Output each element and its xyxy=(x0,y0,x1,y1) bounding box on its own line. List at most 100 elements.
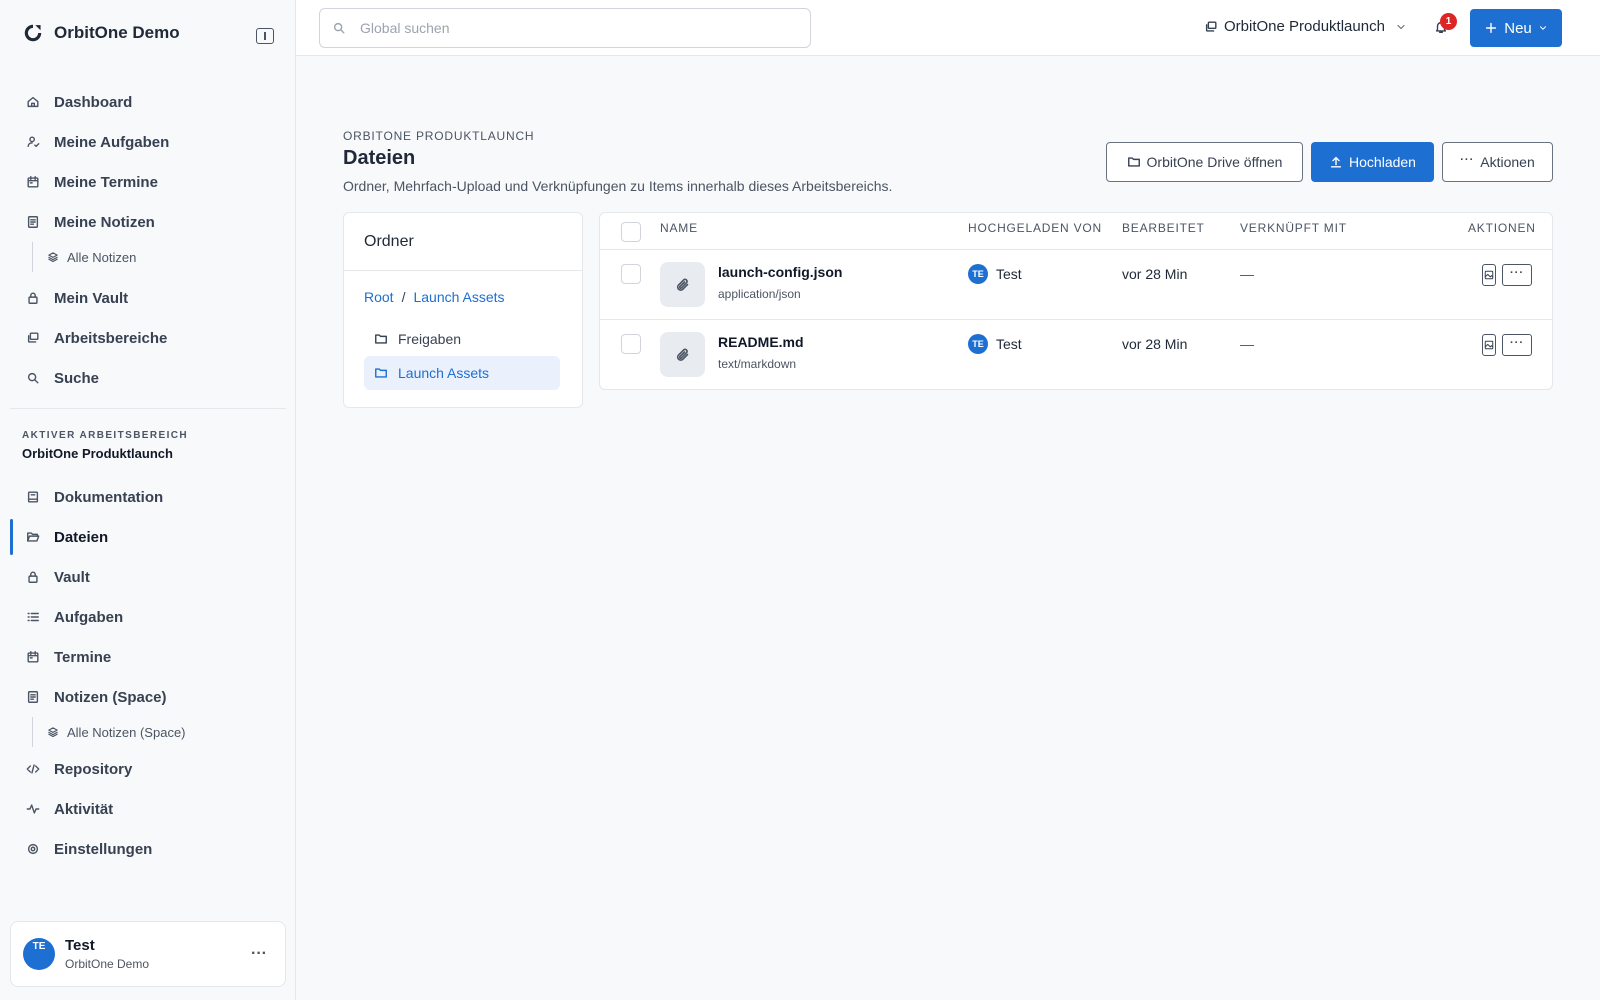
column-actions: AKTIONEN xyxy=(1468,221,1536,235)
select-all-checkbox[interactable] xyxy=(621,222,641,242)
upload-label: Hochladen xyxy=(1349,154,1416,170)
folder-item-freigaben[interactable]: Freigaben xyxy=(364,322,560,356)
space-nav: Dokumentation Dateien Vault Aufgaben Ter… xyxy=(10,477,286,869)
nav-item-repository[interactable]: Repository xyxy=(10,749,286,789)
preview-button[interactable] xyxy=(1482,264,1496,286)
breadcrumb-root[interactable]: Root xyxy=(364,289,394,305)
nav-sub-alle-notizen[interactable]: Alle Notizen xyxy=(32,242,286,272)
topbar: OrbitOne Produktlaunch 1 Neu xyxy=(296,0,1600,56)
paperclip-icon xyxy=(676,348,688,361)
row-more-button[interactable]: ··· xyxy=(1502,334,1532,356)
column-linked[interactable]: VERKNÜPFT MIT xyxy=(1240,221,1347,235)
nav-item-vault[interactable]: Vault xyxy=(10,557,286,597)
file-thumbnail xyxy=(660,262,705,307)
nav-item-meine-notizen[interactable]: Meine Notizen xyxy=(10,202,286,242)
breadcrumb-launch-assets[interactable]: Launch Assets xyxy=(413,289,504,305)
paperclip-icon xyxy=(676,278,688,291)
folder-icon xyxy=(375,368,387,378)
preview-button[interactable] xyxy=(1482,334,1496,356)
nav-label: Aktivität xyxy=(54,800,114,818)
search-icon xyxy=(27,372,39,384)
user-card[interactable]: TE Test OrbitOne Demo ··· xyxy=(10,921,286,987)
folder-item-label: Launch Assets xyxy=(398,365,490,381)
folder-icon xyxy=(375,334,387,344)
nav-item-aufgaben[interactable]: Aufgaben xyxy=(10,597,286,637)
user-meta: Test OrbitOne Demo xyxy=(65,937,235,971)
linked-items: — xyxy=(1240,266,1254,282)
more-icon: ··· xyxy=(1510,266,1524,279)
page-title: Dateien xyxy=(343,147,416,169)
calendar-icon xyxy=(27,651,39,663)
column-name[interactable]: NAME xyxy=(660,221,698,235)
nav-sub-alle-notizen-space[interactable]: Alle Notizen (Space) xyxy=(32,717,286,747)
table-header: NAME HOCHGELADEN VON BEARBEITET VERKNÜPF… xyxy=(600,213,1552,250)
breadcrumb: Root / Launch Assets xyxy=(364,289,505,305)
folder-open-icon xyxy=(27,532,40,542)
nav-label: Dokumentation xyxy=(54,488,164,506)
nav-label: Einstellungen xyxy=(54,840,153,858)
lock-icon xyxy=(28,571,38,583)
nav-item-notizen-space[interactable]: Notizen (Space) xyxy=(10,677,286,717)
column-edited[interactable]: BEARBEITET xyxy=(1122,221,1205,235)
row-checkbox[interactable] xyxy=(621,334,641,354)
new-button[interactable]: Neu xyxy=(1470,9,1562,47)
avatar: TE xyxy=(968,264,988,284)
book-icon xyxy=(27,491,39,503)
nav-sub-label: Alle Notizen (Space) xyxy=(67,724,186,740)
nav-item-mein-vault[interactable]: Mein Vault xyxy=(10,278,286,318)
user-menu-more-icon[interactable]: ··· xyxy=(245,944,273,964)
actions-button[interactable]: ··· Aktionen xyxy=(1442,142,1553,182)
global-search[interactable] xyxy=(319,8,811,48)
workspaces-icon xyxy=(1205,20,1217,32)
search-input[interactable] xyxy=(360,20,780,36)
open-drive-button[interactable]: OrbitOne Drive öffnen xyxy=(1106,142,1303,182)
column-uploaded-by[interactable]: HOCHGELADEN VON xyxy=(968,221,1102,235)
nav-item-arbeitsbereiche[interactable]: Arbeitsbereiche xyxy=(10,318,286,358)
folder-icon xyxy=(1127,157,1140,167)
file-name[interactable]: launch-config.json xyxy=(718,264,842,280)
uploader: TE Test xyxy=(968,264,1022,284)
nav-item-dokumentation[interactable]: Dokumentation xyxy=(10,477,286,517)
brand[interactable]: OrbitOne Demo xyxy=(22,22,180,44)
row-checkbox[interactable] xyxy=(621,264,641,284)
files-table: NAME HOCHGELADEN VON BEARBEITET VERKNÜPF… xyxy=(599,212,1553,390)
sidebar: OrbitOne Demo Dashboard Meine Aufgaben M… xyxy=(0,0,296,1000)
nav-item-suche[interactable]: Suche xyxy=(10,358,286,398)
nav-item-aktivitaet[interactable]: Aktivität xyxy=(10,789,286,829)
page-eyebrow: ORBITONE PRODUKTLAUNCH xyxy=(343,129,535,143)
chevron-down-icon xyxy=(1539,26,1546,30)
folder-item-launch-assets[interactable]: Launch Assets xyxy=(364,356,560,390)
nav-item-meine-aufgaben[interactable]: Meine Aufgaben xyxy=(10,122,286,162)
code-icon xyxy=(26,764,40,774)
nav-item-dateien[interactable]: Dateien xyxy=(10,517,286,557)
notification-badge: 1 xyxy=(1440,13,1457,30)
active-space-label: AKTIVER ARBEITSBEREICH xyxy=(22,430,188,441)
nav-label: Termine xyxy=(54,648,112,666)
nav-label: Meine Notizen xyxy=(54,213,155,231)
calendar-icon xyxy=(27,176,39,188)
chevron-down-icon xyxy=(1397,24,1405,29)
file-name[interactable]: README.md xyxy=(718,334,804,350)
user-check-icon xyxy=(27,136,40,148)
table-row[interactable]: launch-config.json application/json TE T… xyxy=(600,250,1552,320)
nav-label: Repository xyxy=(54,760,133,778)
row-more-button[interactable]: ··· xyxy=(1502,264,1532,286)
nav-item-dashboard[interactable]: Dashboard xyxy=(10,82,286,122)
actions-label: Aktionen xyxy=(1480,154,1535,170)
nav-label: Dashboard xyxy=(54,93,133,111)
avatar: TE xyxy=(968,334,988,354)
layers-icon xyxy=(48,727,58,738)
upload-button[interactable]: Hochladen xyxy=(1311,142,1434,182)
search-icon xyxy=(333,22,345,34)
nav-item-termine[interactable]: Termine xyxy=(10,637,286,677)
avatar: TE xyxy=(23,938,55,970)
nav-label: Aufgaben xyxy=(54,608,124,626)
sidebar-collapse-icon[interactable] xyxy=(256,28,274,44)
table-row[interactable]: README.md text/markdown TE Test vor 28 M… xyxy=(600,320,1552,390)
nav-sub-label: Alle Notizen xyxy=(67,249,137,265)
nav-item-einstellungen[interactable]: Einstellungen xyxy=(10,829,286,869)
nav-item-meine-termine[interactable]: Meine Termine xyxy=(10,162,286,202)
workspace-switcher[interactable]: OrbitOne Produktlaunch xyxy=(1204,18,1407,35)
file-thumbnail xyxy=(660,332,705,377)
sidebar-divider xyxy=(10,408,286,409)
